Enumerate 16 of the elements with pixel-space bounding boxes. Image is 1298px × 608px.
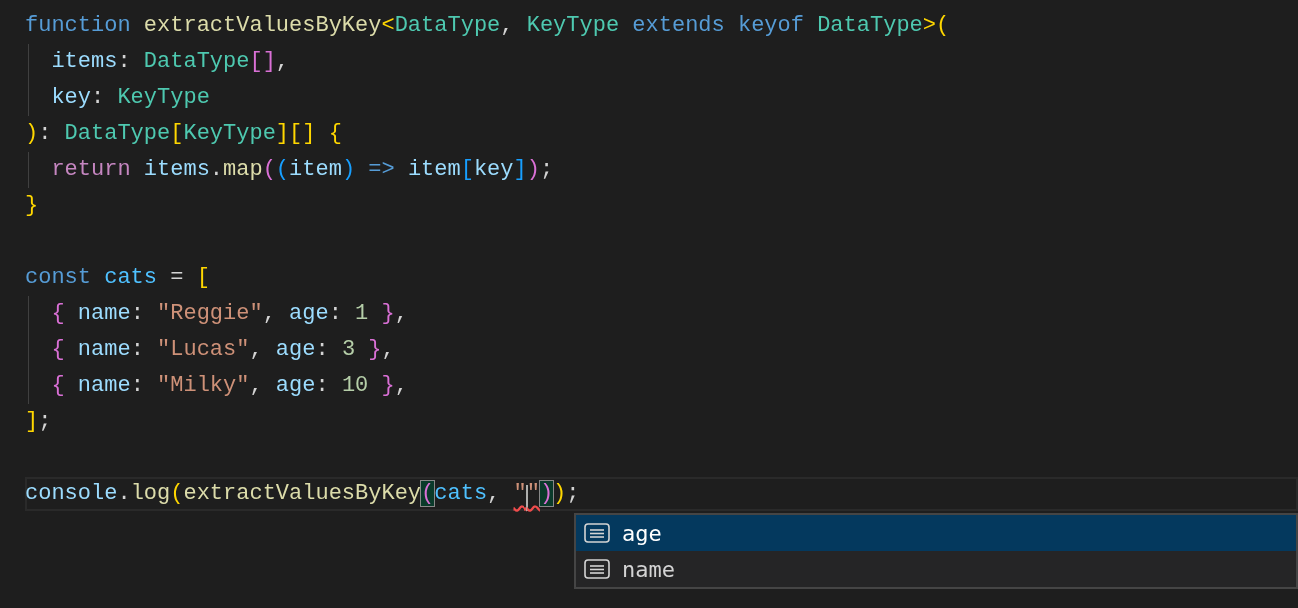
code-line: items: DataType[], xyxy=(50,48,290,76)
code-line: ): DataType[KeyType][] { xyxy=(25,120,342,148)
code-line: console.log(extractValuesByKey(cats, "")); xyxy=(25,476,580,512)
code-line: function extractValuesByKey<DataType, KeyType extends keyof DataType>( xyxy=(25,12,950,40)
code-line: const cats = [ xyxy=(25,264,210,292)
code-line: } xyxy=(25,192,39,220)
code-line: { name: "Milky", age: 10 }, xyxy=(50,372,408,400)
code-line: return items.map((item) => item[key]); xyxy=(50,156,554,184)
text-lines-icon xyxy=(584,523,610,543)
suggestion-item[interactable]: age xyxy=(576,515,1296,551)
code-line: { name: "Lucas", age: 3 }, xyxy=(50,336,395,364)
suggestion-item[interactable]: name xyxy=(576,551,1296,587)
code-line: { name: "Reggie", age: 1 }, xyxy=(50,300,408,328)
text-lines-icon xyxy=(584,559,610,579)
code-line: key: KeyType xyxy=(50,84,210,112)
code-line: ]; xyxy=(25,408,52,436)
